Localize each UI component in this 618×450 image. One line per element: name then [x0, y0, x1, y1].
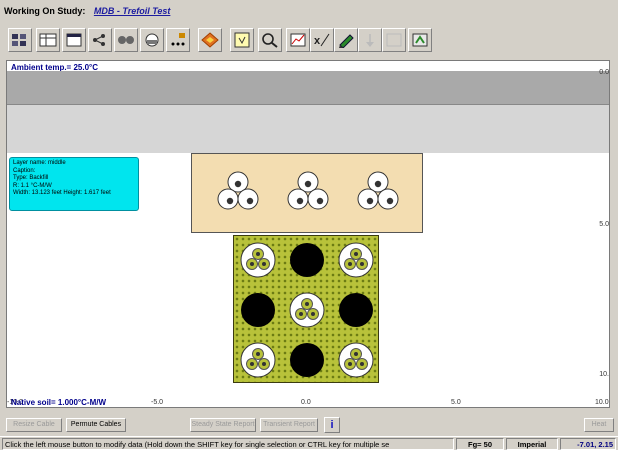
tooltip-rho: R: 1.1 °C-M/W — [13, 182, 52, 189]
permute-cables-button[interactable]: Permute Cables — [66, 418, 126, 432]
backfill-layer[interactable] — [191, 153, 423, 233]
duct-occupied — [240, 242, 276, 278]
duct-bank-ducts — [240, 242, 374, 378]
x-tick-label: 0.0 — [301, 399, 311, 406]
cable-icon[interactable] — [114, 28, 138, 52]
info-icon[interactable]: i — [324, 417, 340, 433]
table-icon[interactable] — [36, 28, 60, 52]
frame-icon — [382, 28, 406, 52]
status-coords: -7.01, 2.15 — [560, 438, 616, 450]
layer-info-tooltip: Layer name: middle Caption: Type: Backfi… — [9, 157, 139, 211]
x-tick-label: -5.0 — [151, 399, 164, 406]
duct-empty — [339, 293, 373, 327]
note-icon[interactable] — [230, 28, 254, 52]
trefoil-group-2 — [287, 171, 329, 210]
upper-soil-layer[interactable] — [7, 105, 609, 153]
arrow-icon — [358, 28, 382, 52]
tooltip-size: Width: 13.123 feet Height: 1.617 feet — [13, 190, 111, 197]
duct-occupied — [338, 242, 374, 278]
more-icon[interactable] — [166, 28, 190, 52]
duct-empty — [290, 243, 324, 277]
duct-occupied — [289, 292, 325, 328]
resize-cable-button[interactable]: Resize Cable — [6, 418, 62, 432]
duct-occupied — [240, 342, 276, 378]
tooltip-layer-name: Layer name: middle — [13, 160, 66, 166]
native-soil-label: Native soil= 1.000°C-M/W — [11, 398, 107, 407]
trefoil-group-3 — [357, 171, 399, 210]
tooltip-caption: Caption: — [13, 167, 36, 174]
duct-bank[interactable] — [233, 235, 379, 383]
tree-icon[interactable] — [88, 28, 112, 52]
svg-text:x: x — [314, 35, 321, 47]
duct-occupied — [338, 342, 374, 378]
tooltip-type: Type: Backfill — [13, 175, 49, 182]
trefoil-group-1 — [217, 171, 259, 210]
x-tick-label: 5.0 — [451, 399, 461, 406]
y-tick-label: 5.0 — [599, 221, 609, 228]
study-label: Working On Study: — [4, 6, 86, 16]
xaxis-icon[interactable]: x — [310, 28, 334, 52]
steady-state-report-button[interactable]: Steady State Report — [190, 418, 256, 432]
export-icon[interactable] — [408, 28, 432, 52]
cross-section-canvas[interactable]: Ambient temp.= 25.0°C Layer name: middle… — [6, 60, 610, 408]
toolbar: x — [4, 28, 616, 62]
status-units: Imperial — [506, 438, 558, 450]
diamond-icon[interactable] — [198, 28, 222, 52]
heat-button[interactable]: Heat — [584, 418, 614, 432]
pencil-icon[interactable] — [334, 28, 358, 52]
window-icon[interactable] — [62, 28, 86, 52]
y-tick-label: 10. — [599, 371, 609, 378]
status-bar: Click the left mouse button to modify da… — [0, 436, 618, 450]
grid-icon[interactable] — [8, 28, 32, 52]
trefoil-cables — [217, 171, 399, 210]
transient-report-button[interactable]: Transient Report — [260, 418, 318, 432]
y-tick-label: 0.0 — [599, 69, 609, 76]
study-header: Working On Study: MDB - Trefoil Test — [4, 4, 170, 18]
surface-layer[interactable] — [7, 71, 609, 105]
study-name-link[interactable]: MDB - Trefoil Test — [94, 6, 171, 16]
x-tick-label: 10.0 — [595, 399, 609, 406]
duct-icon[interactable] — [140, 28, 164, 52]
chart-icon[interactable] — [286, 28, 310, 52]
duct-empty — [241, 293, 275, 327]
status-message: Click the left mouse button to modify da… — [2, 438, 454, 450]
status-fg: Fg= 50 — [456, 438, 504, 450]
duct-empty — [290, 343, 324, 377]
zoom-icon[interactable] — [258, 28, 282, 52]
